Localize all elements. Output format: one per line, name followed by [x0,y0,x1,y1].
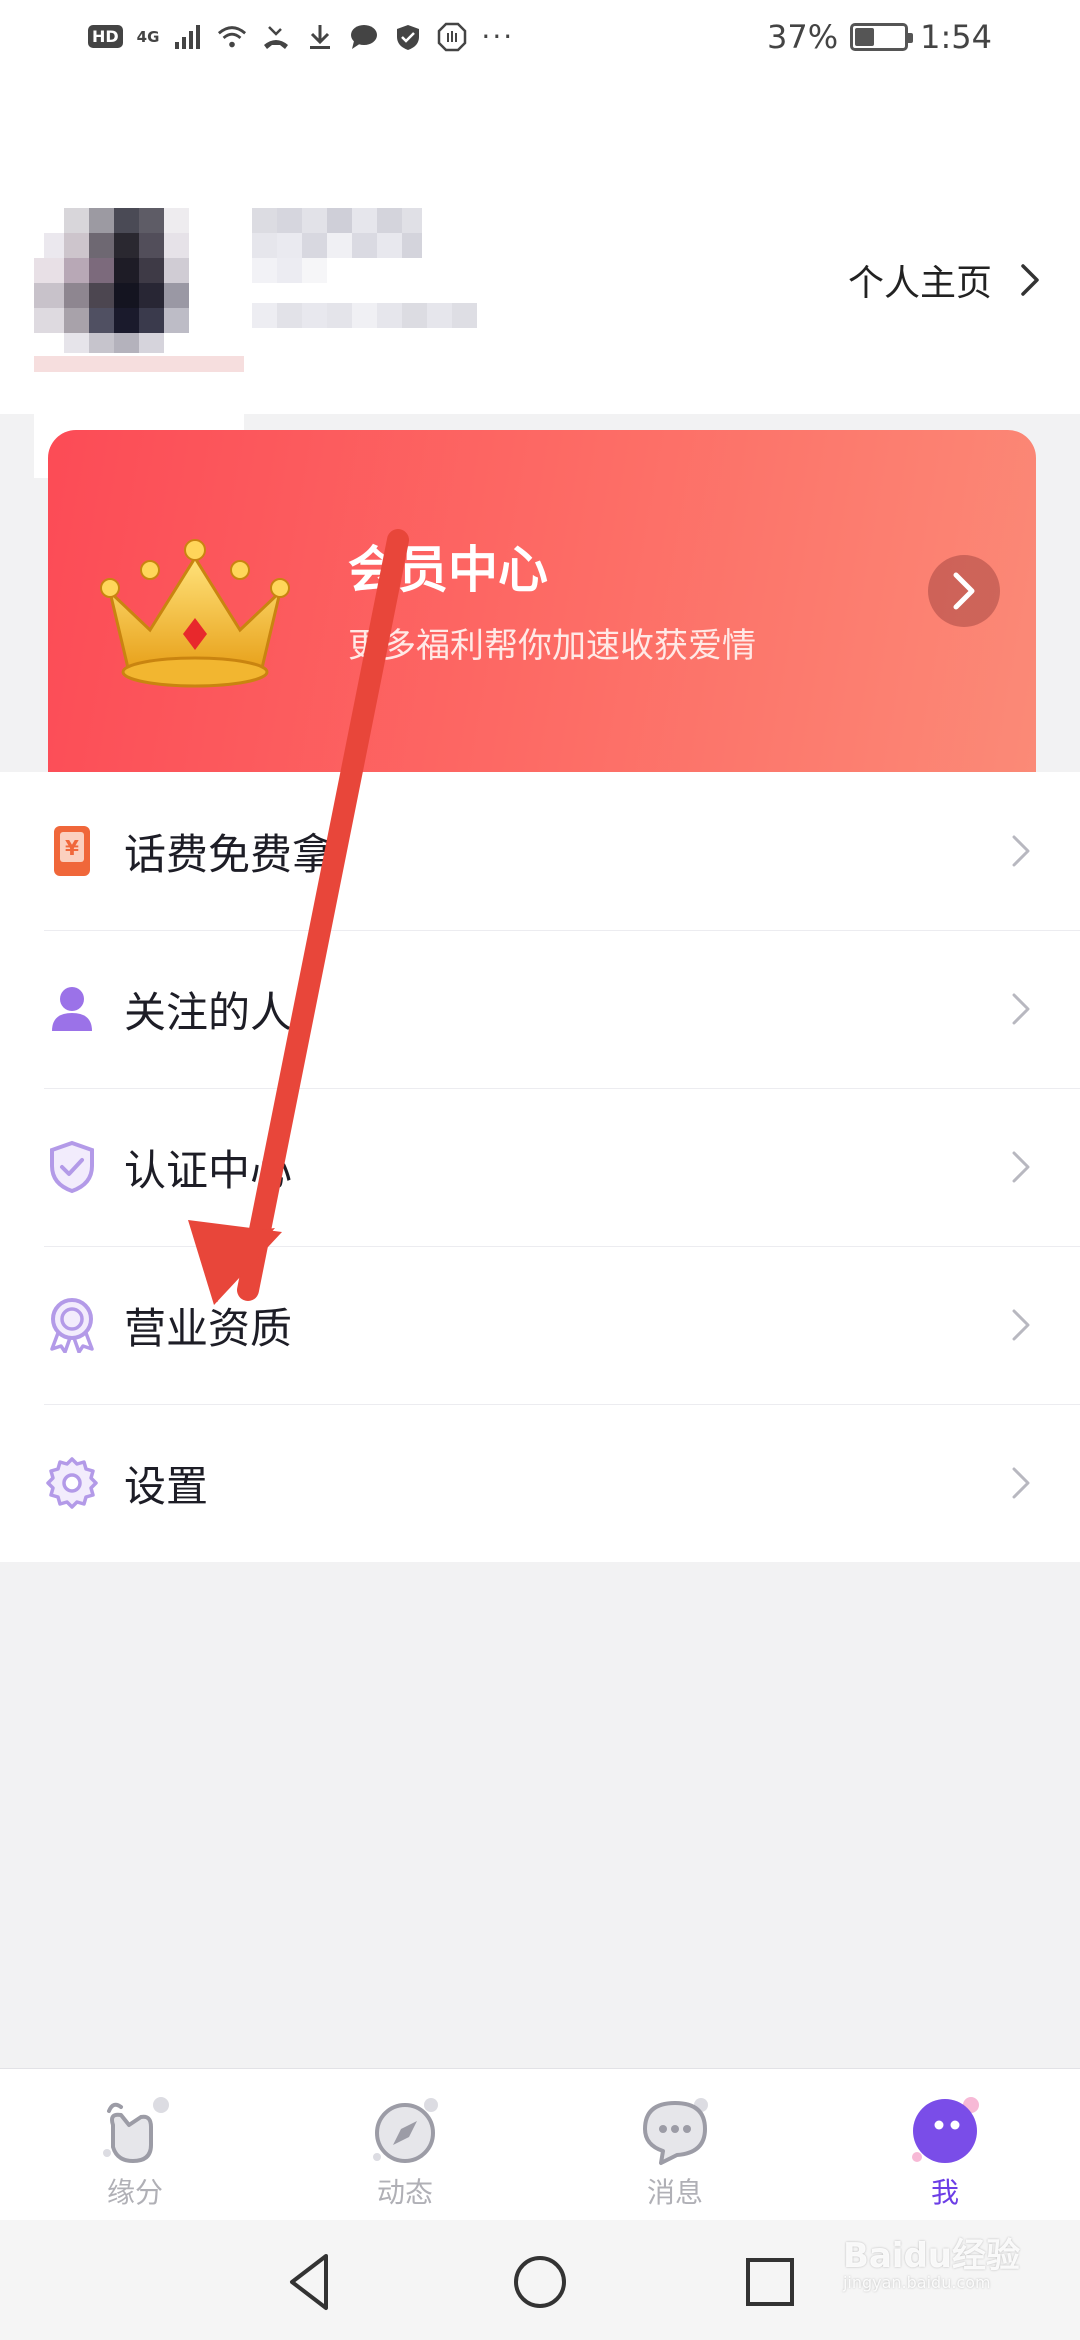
menu-item-label: 关注的人 [124,987,293,1037]
profile-header: 个人主页 [0,84,1080,478]
menu-item-label: 话费免费拿 [124,829,335,879]
chevron-right-icon [953,572,975,610]
menu-item-following[interactable]: 关注的人 [0,930,1080,1088]
message-icon [349,22,379,52]
tab-fate[interactable]: 缘分 [0,2069,270,2220]
shield-check-icon [44,1139,100,1195]
vip-center-card[interactable]: 会员中心 更多福利帮你加速收获爱情 [48,430,1036,772]
signal-icon [173,22,203,52]
hd-indicator: HD [88,25,123,48]
tab-messages[interactable]: 消息 [540,2069,810,2220]
recents-icon[interactable] [738,2250,802,2314]
clock: 1:54 [920,18,992,56]
hand-stop-icon [437,22,467,52]
tab-label: 缘分 [106,2176,163,2209]
menu-item-label: 营业资质 [124,1303,293,1353]
crown-icon [100,539,290,688]
watermark-brand: Baidu经验 [842,2236,1020,2276]
chevron-right-icon [1012,993,1030,1025]
menu-item-business-license[interactable]: 营业资质 [0,1246,1080,1404]
battery-fill [855,28,875,46]
status-icons: HD 4G ··· [88,20,514,53]
tab-label: 消息 [646,2176,703,2209]
hand-heart-icon [103,2097,169,2163]
chat-bubble-icon [643,2098,708,2165]
vip-subtitle: 更多福利帮你加速收获爱情 [348,626,756,666]
status-right: 37% 1:54 [767,18,992,56]
download-icon [305,22,335,52]
compass-icon [373,2098,438,2163]
bottom-tab-bar: 缘分 动态 消息 我 [0,2068,1080,2220]
menu-item-settings[interactable]: 设置 [0,1404,1080,1562]
menu-item-label: 认证中心 [124,1145,293,1195]
svg-text:¥: ¥ [65,836,79,860]
badge-icon [44,1297,100,1353]
menu-item-phone-credit[interactable]: ¥ 话费免费拿 [0,772,1080,930]
chevron-right-icon [1012,835,1030,867]
menu-list: ¥ 话费免费拿 关注的人 认证中心 营业资质 设置 [0,772,1080,1562]
chevron-right-icon [1012,1151,1030,1183]
tab-label: 我 [930,2176,959,2209]
battery-percent: 37% [767,18,839,56]
person-icon [44,981,100,1037]
menu-item-label: 设置 [124,1461,209,1511]
profile-link-label: 个人主页 [847,263,992,304]
more-notifications-icon: ··· [481,20,515,53]
back-icon[interactable] [278,2250,342,2314]
vip-title: 会员中心 [348,541,548,599]
wifi-icon [217,22,247,52]
baidu-watermark: Baidu经验 jingyan.baidu.com [843,2228,1020,2292]
gear-icon [44,1455,100,1511]
chevron-right-icon [1012,1467,1030,1499]
tab-label: 动态 [376,2176,433,2209]
username-blurred [252,178,582,448]
status-bar: HD 4G ··· 37% 1:54 [0,0,1080,84]
tab-me[interactable]: 我 [810,2069,1080,2220]
chevron-right-icon [1021,264,1039,296]
profile-page-link[interactable]: 个人主页 [848,254,1040,306]
network-type: 4G [136,27,160,46]
home-icon[interactable] [508,2250,572,2314]
menu-item-verification[interactable]: 认证中心 [0,1088,1080,1246]
missed-call-icon [261,22,291,52]
chevron-right-icon [1012,1309,1030,1341]
vip-arrow-button[interactable] [928,555,1000,627]
battery-icon [850,23,914,51]
face-icon [912,2097,979,2163]
phone-credit-icon: ¥ [44,823,100,879]
tab-moments[interactable]: 动态 [270,2069,540,2220]
shield-status-icon [393,22,423,52]
